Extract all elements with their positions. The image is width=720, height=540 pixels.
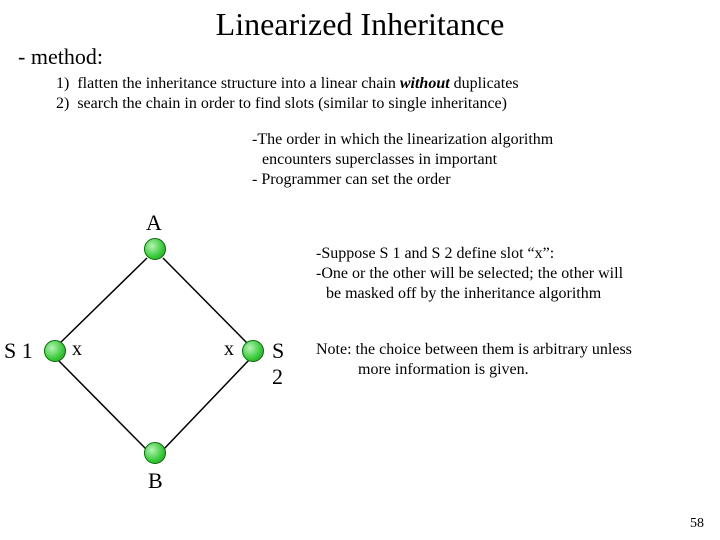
step-1: 1) flatten the inheritance structure int…	[56, 74, 519, 94]
note-suppose-l1: -Suppose S 1 and S 2 define slot “x”:	[316, 244, 623, 264]
note-suppose-l2: -One or the other will be selected; the …	[316, 264, 623, 284]
step-2: 2) search the chain in order to find slo…	[56, 94, 519, 114]
label-s2: S 2	[272, 338, 300, 390]
node-s1	[44, 340, 66, 362]
node-s2	[242, 340, 264, 362]
method-heading: - method:	[18, 44, 103, 70]
label-x-right: x	[224, 338, 234, 361]
note-order: -The order in which the linearization al…	[252, 130, 553, 190]
note-suppose-l3: be masked off by the inheritance algorit…	[316, 284, 623, 304]
method-steps: 1) flatten the inheritance structure int…	[56, 74, 519, 114]
page-title: Linearized Inheritance	[0, 0, 720, 43]
step-1-post: duplicates	[450, 75, 519, 92]
note-choice: Note: the choice between them is arbitra…	[316, 340, 632, 380]
note-suppose: -Suppose S 1 and S 2 define slot “x”: -O…	[316, 244, 623, 304]
label-x-left: x	[72, 338, 82, 361]
note-order-l2: encounters superclasses in important	[252, 150, 553, 170]
step-1-pre: 1) flatten the inheritance structure int…	[56, 75, 400, 92]
label-s1: S 1	[4, 338, 33, 364]
node-b	[144, 442, 166, 464]
node-a	[144, 238, 166, 260]
note-choice-l1: Note: the choice between them is arbitra…	[316, 340, 632, 360]
note-order-l3: - Programmer can set the order	[252, 170, 553, 190]
step-1-em: without	[400, 75, 450, 92]
inheritance-diagram: A B S 1 S 2 x x	[0, 210, 300, 510]
page-number: 58	[690, 516, 704, 532]
label-b: B	[148, 468, 163, 494]
note-choice-l2: more information is given.	[316, 360, 632, 380]
note-order-l1: -The order in which the linearization al…	[252, 130, 553, 150]
label-a: A	[146, 210, 162, 236]
